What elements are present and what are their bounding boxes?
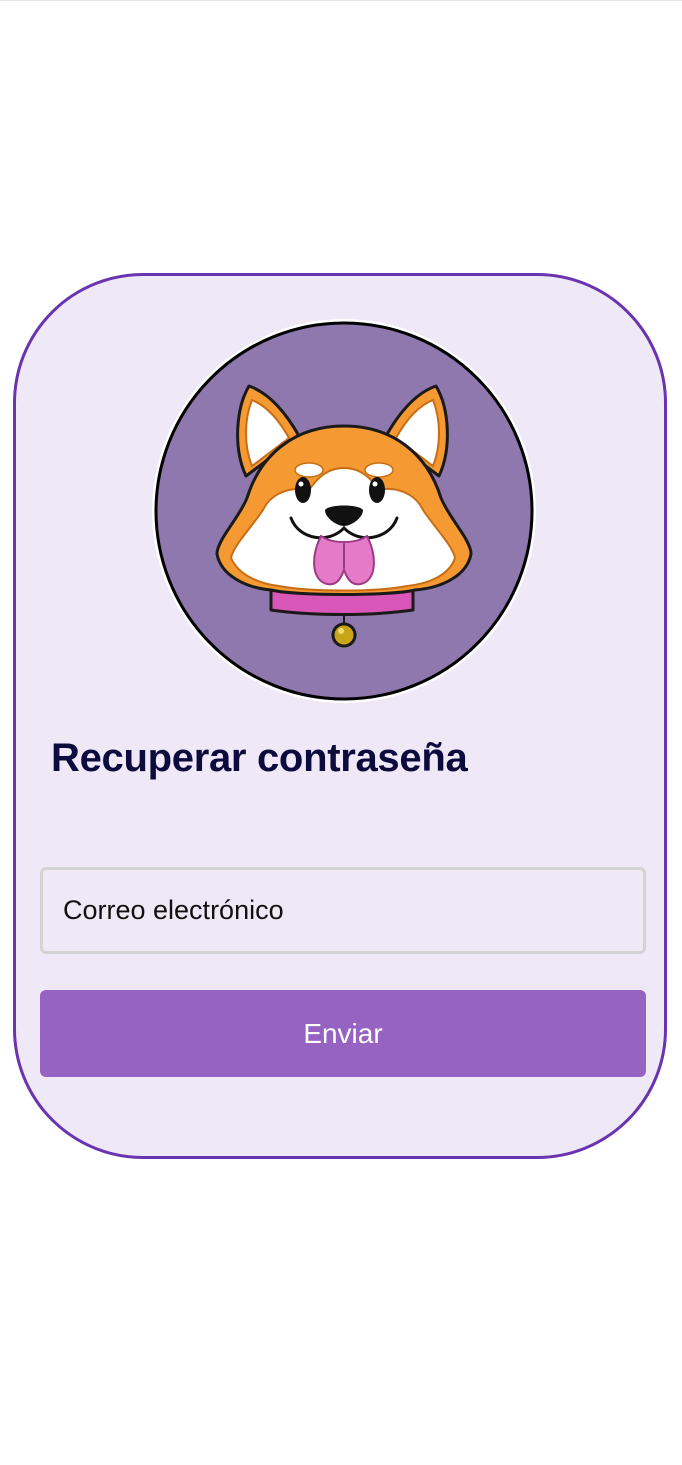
page-title: Recuperar contraseña [51, 736, 468, 780]
email-field[interactable] [40, 867, 646, 954]
top-divider [0, 0, 682, 1]
corgi-logo-icon [151, 318, 537, 704]
submit-button[interactable]: Enviar [40, 990, 646, 1077]
recovery-card: Recuperar contraseña Enviar [13, 273, 667, 1159]
